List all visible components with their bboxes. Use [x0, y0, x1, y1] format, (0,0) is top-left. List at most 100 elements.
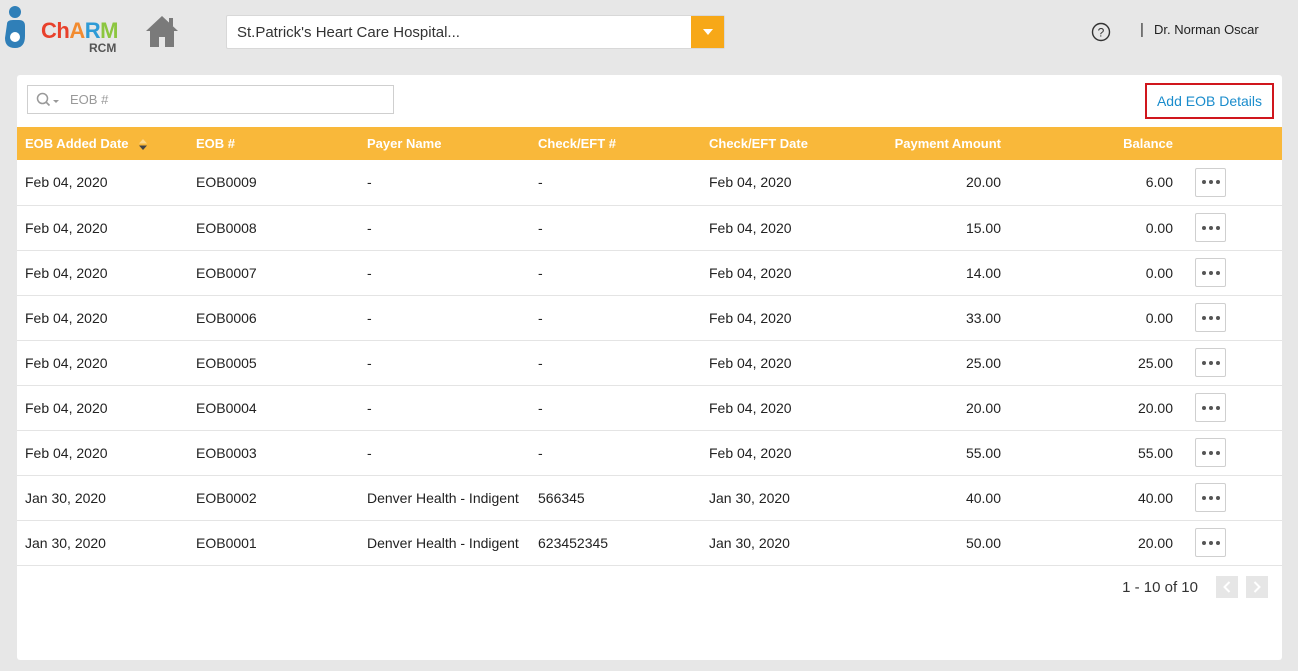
table-row[interactable]: Jan 30, 2020 EOB0002 Denver Health - Indig… [17, 475, 1282, 520]
cell-payer-name: - [367, 174, 372, 191]
row-more-actions-button[interactable] [1195, 258, 1226, 287]
row-more-actions-button[interactable] [1195, 528, 1226, 557]
cell-payer-name: - [367, 309, 372, 326]
cell-check-eft-date: Feb 04, 2020 [709, 354, 792, 371]
cell-payer-name: Denver Health - Indigent [367, 489, 519, 506]
user-name[interactable]: Dr. Norman Oscar [1154, 22, 1259, 37]
table-row[interactable]: Feb 04, 2020 EOB0008- - Feb 04, 2020 15.00 0.… [17, 205, 1282, 250]
cell-eob-number[interactable]: EOB0008 [188, 205, 359, 250]
cell-actions [1181, 340, 1282, 385]
home-icon[interactable] [144, 13, 180, 49]
cell-eob-number[interactable]: EOB0001 [188, 520, 359, 565]
chevron-left-icon [1223, 581, 1231, 593]
cell-eob-number[interactable]: EOB0004 [188, 385, 359, 430]
cell-eob-number[interactable]: EOB0006 [188, 295, 359, 340]
row-more-actions-button[interactable] [1195, 393, 1226, 422]
column-header-check-eft-date[interactable]: Check/EFT Date [701, 127, 872, 160]
cell-payment-amount: 40.00 [965, 489, 1001, 506]
help-icon[interactable]: ? [1091, 22, 1111, 42]
column-header-payer-name[interactable]: Payer Name [359, 127, 530, 160]
row-more-actions-button[interactable] [1195, 167, 1226, 197]
cell-check-eft-number: 623452345 [538, 534, 609, 551]
pagination-info: 1 - 10 of 10 [1122, 578, 1198, 596]
more-icon-dot [1201, 270, 1206, 275]
search-icon[interactable] [36, 92, 60, 108]
table-header-row: EOB Added Date EOB # Payer Name Check/EF… [17, 127, 1282, 160]
more-icon-dot [1215, 360, 1220, 365]
cell-check-eft-date: Feb 04, 2020 [709, 174, 792, 191]
table-row[interactable]: Feb 04, 2020 EOB0009- - Feb 04, 2020 20.00 6.… [17, 160, 1282, 205]
cell-payment-amount: 15.00 [965, 219, 1001, 236]
row-more-actions-button[interactable] [1195, 348, 1226, 377]
more-icon-dot [1201, 540, 1206, 545]
next-page-button[interactable] [1246, 576, 1268, 598]
more-icon-dot [1201, 405, 1206, 410]
cell-eob-added-date: Feb 04, 2020 [25, 174, 108, 191]
eob-table: EOB Added Date EOB # Payer Name Check/EF… [17, 127, 1282, 566]
cell-payment-amount: 50.00 [965, 534, 1001, 551]
cell-eob-number[interactable]: EOB0005 [188, 340, 359, 385]
cell-payer-name: - [367, 444, 372, 461]
column-header-eob-added-date[interactable]: EOB Added Date [17, 127, 188, 160]
cell-check-eft-date: Feb 04, 2020 [709, 264, 792, 281]
cell-eob-number[interactable]: EOB0002 [188, 475, 359, 520]
column-header-payment-amount[interactable]: Payment Amount [872, 127, 1009, 160]
cell-payment-amount: 14.00 [965, 264, 1001, 281]
table-row[interactable]: Feb 04, 2020 EOB0005- - Feb 04, 2020 25.00 25… [17, 340, 1282, 385]
cell-check-eft-date: Feb 04, 2020 [709, 444, 792, 461]
add-eob-details-button[interactable]: Add EOB Details [1145, 83, 1274, 119]
cell-actions [1181, 250, 1282, 295]
more-icon-dot [1215, 270, 1220, 275]
cell-actions [1181, 205, 1282, 250]
cell-payer-name: - [367, 354, 372, 371]
cell-eob-added-date: Feb 04, 2020 [25, 219, 108, 236]
cell-eob-number[interactable]: EOB0009 [188, 160, 359, 205]
cell-balance: 6.00 [1145, 174, 1173, 191]
column-header-actions [1181, 127, 1282, 160]
table-row[interactable]: Feb 04, 2020 EOB0006- - Feb 04, 2020 33.00 0.… [17, 295, 1282, 340]
cell-eob-added-date: Feb 04, 2020 [25, 399, 108, 416]
charm-rcm-logo[interactable]: ChARM RCM [3, 4, 125, 55]
cell-eob-added-date: Jan 30, 2020 [25, 489, 106, 506]
cell-actions [1181, 475, 1282, 520]
column-header-eob-number[interactable]: EOB # [188, 127, 359, 160]
table-row[interactable]: Jan 30, 2020 EOB0001 Denver Health - Indig… [17, 520, 1282, 565]
cell-balance: 0.00 [1145, 264, 1173, 281]
row-more-actions-button[interactable] [1195, 303, 1226, 332]
cell-actions [1181, 520, 1282, 565]
cell-eob-number[interactable]: EOB0007 [188, 250, 359, 295]
column-header-balance[interactable]: Balance [1009, 127, 1181, 160]
more-icon-dot [1215, 315, 1220, 320]
more-icon-dot [1208, 360, 1213, 365]
table-row[interactable]: Feb 04, 2020 EOB0003- - Feb 04, 2020 55.00 55… [17, 430, 1282, 475]
more-icon-dot [1201, 450, 1206, 455]
logo-figure-icon [5, 6, 25, 48]
cell-payment-amount: 33.00 [965, 309, 1001, 326]
prev-page-button[interactable] [1216, 576, 1238, 598]
table-row[interactable]: Feb 04, 2020 EOB0007- - Feb 04, 2020 14.00 0.… [17, 250, 1282, 295]
more-icon-dot [1201, 360, 1206, 365]
eob-search-box[interactable] [27, 85, 394, 114]
more-icon-dot [1201, 180, 1206, 185]
pagination: 1 - 10 of 10 [1122, 576, 1268, 598]
eob-search-input[interactable] [68, 89, 388, 110]
hospital-dropdown-button[interactable] [691, 16, 724, 48]
user-separator: | [1140, 21, 1144, 38]
cell-eob-number[interactable]: EOB0003 [188, 430, 359, 475]
row-more-actions-button[interactable] [1195, 438, 1226, 467]
cell-payer-name: Denver Health - Indigent [367, 534, 519, 551]
more-icon-dot [1215, 405, 1220, 410]
caret-down-icon [702, 29, 713, 35]
table-row[interactable]: Feb 04, 2020 EOB0004- - Feb 04, 2020 20.00 20… [17, 385, 1282, 430]
cell-payment-amount: 55.00 [965, 444, 1001, 461]
sort-icon[interactable] [138, 138, 148, 151]
cell-balance: 0.00 [1145, 219, 1173, 236]
column-header-check-eft-number[interactable]: Check/EFT # [530, 127, 701, 160]
cell-eob-added-date: Feb 04, 2020 [25, 264, 108, 281]
hospital-select[interactable]: St.Patrick's Heart Care Hospital... [226, 15, 725, 49]
cell-actions [1181, 385, 1282, 430]
more-icon-dot [1208, 405, 1213, 410]
cell-actions [1181, 295, 1282, 340]
row-more-actions-button[interactable] [1195, 213, 1226, 242]
row-more-actions-button[interactable] [1195, 483, 1226, 512]
